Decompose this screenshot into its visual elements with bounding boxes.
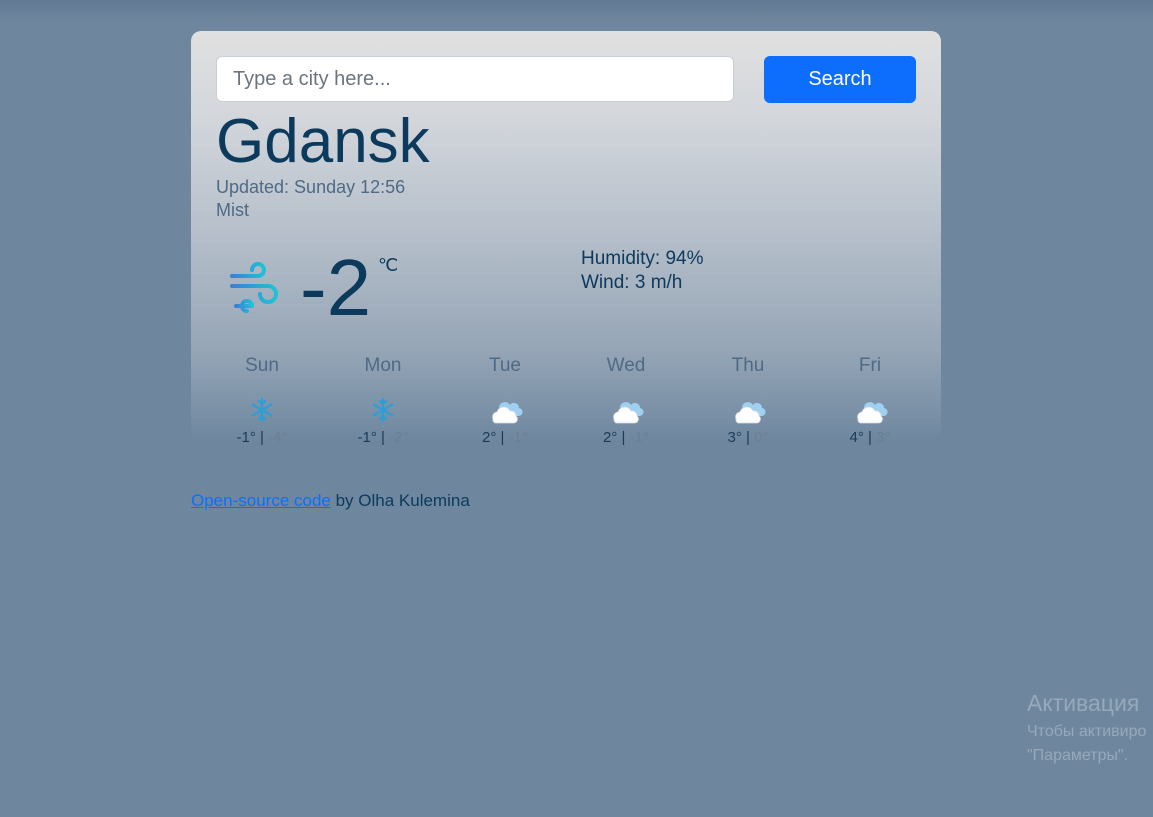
forecast-max: 2° [482, 429, 497, 446]
forecast-max: -1° [236, 429, 256, 446]
forecast-temps: 4° | 3° [810, 429, 930, 446]
open-source-link[interactable]: Open-source code [191, 491, 331, 510]
cloud-icon [492, 402, 523, 424]
search-button[interactable]: Search [764, 56, 916, 103]
wind-icon [230, 262, 278, 313]
cloud-icon [613, 402, 644, 424]
forecast-day-name: Mon [364, 355, 402, 376]
forecast-day: Thu 3° | 0° [688, 355, 808, 446]
forecast-max: 2° [603, 429, 618, 446]
forecast-temps: 3° | 0° [688, 429, 808, 446]
forecast-min: -1° [508, 429, 528, 446]
humidity: Humidity: 94% [581, 248, 704, 269]
forecast-max: 3° [727, 429, 742, 446]
weather-description: Mist [216, 200, 249, 220]
updated-time: Updated: Sunday 12:56 [216, 177, 406, 197]
wind-speed: Wind: 3 m/h [581, 272, 683, 293]
activation-title: Активация [1027, 690, 1140, 716]
forecast-separator: | [496, 429, 509, 446]
cloud-icon [857, 402, 888, 424]
snowflake-icon [251, 397, 273, 423]
forecast-day-name: Thu [731, 355, 765, 376]
forecast-max: 4° [849, 429, 864, 446]
activation-line-2: "Параметры". [1027, 747, 1129, 764]
forecast-day: Wed 2° | -1° [566, 355, 686, 446]
current-temperature: -2 [300, 243, 372, 332]
forecast-temps: 2° | -1° [566, 429, 686, 446]
footer-credit: Open-source code by Olha Kulemina [191, 491, 470, 511]
forecast-min: -1° [629, 429, 649, 446]
author-credit: by Olha Kulemina [330, 491, 470, 510]
windows-activation-watermark: Активация Чтобы активиро "Параметры". [1027, 690, 1146, 765]
cloud-icon [735, 402, 766, 424]
forecast-day: Tue 2° | -1° [445, 355, 565, 446]
forecast-day-name: Tue [488, 355, 522, 376]
forecast-temps: -1° | -2° [323, 429, 443, 446]
forecast-day-name: Fri [858, 355, 882, 376]
city-search-input[interactable] [216, 56, 734, 102]
city-name: Gdansk [216, 107, 430, 176]
forecast-separator: | [741, 429, 755, 446]
temperature-unit[interactable]: ℃ [378, 255, 398, 276]
top-shade [0, 0, 1153, 22]
forecast-min: 3° [876, 429, 891, 446]
forecast-separator: | [376, 429, 390, 446]
forecast-max: -1° [357, 429, 377, 446]
forecast-min: -4° [268, 429, 288, 446]
snowflake-icon [372, 397, 394, 423]
forecast-temps: -1° | -4° [202, 429, 322, 446]
forecast-separator: | [863, 429, 877, 446]
forecast-day: Sun -1° | -4° [202, 355, 322, 446]
forecast-temps: 2° | -1° [445, 429, 565, 446]
forecast-day: Mon -1° | -2° [323, 355, 443, 446]
forecast-day-name: Wed [606, 355, 646, 376]
forecast-separator: | [255, 429, 269, 446]
activation-line-1: Чтобы активиро [1027, 723, 1147, 740]
forecast-separator: | [617, 429, 630, 446]
forecast-min: 0° [754, 429, 769, 446]
forecast-day-name: Sun [245, 355, 279, 376]
forecast-min: -2° [389, 429, 409, 446]
forecast-day: Fri 4° | 3° [810, 355, 930, 446]
